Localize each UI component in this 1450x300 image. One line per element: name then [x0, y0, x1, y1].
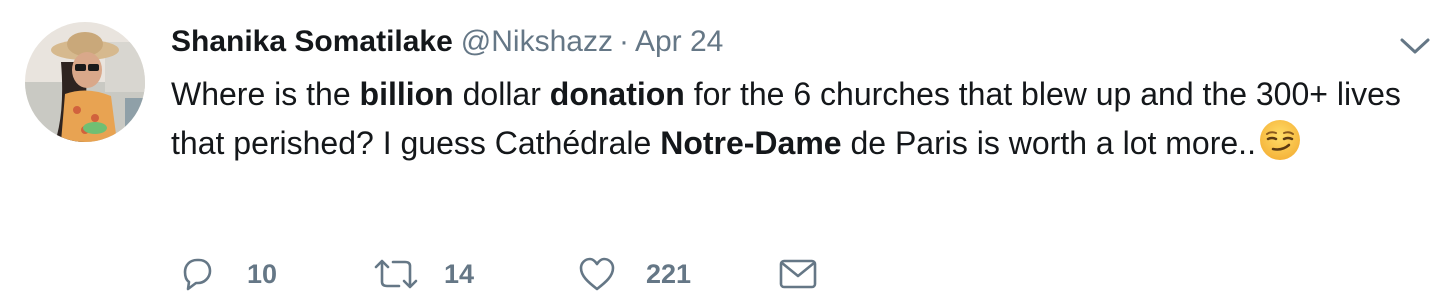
reply-button[interactable]: 10 — [179, 252, 277, 296]
tweet-text: Where is the billion dollar donation for… — [171, 70, 1421, 167]
like-count: 221 — [646, 258, 692, 289]
tweet-text-part: Where is the — [171, 76, 360, 112]
tweet-date[interactable]: Apr 24 — [635, 25, 723, 58]
tweet-text-part: de Paris is worth a lot more.. — [841, 125, 1256, 161]
retweet-button[interactable]: 14 — [372, 252, 474, 296]
smirking-face-emoji-icon — [1258, 118, 1302, 162]
tweet-text-bold: billion — [359, 76, 454, 112]
tweet-text-part: dollar — [453, 76, 550, 112]
tweet: Shanika Somatilake @Nikshazz · Apr 24 Where… — [0, 0, 1450, 300]
retweet-icon — [374, 259, 418, 289]
reply-count: 10 — [247, 258, 278, 289]
like-button[interactable]: 221 — [578, 252, 691, 296]
author-handle[interactable]: @Nikshazz — [461, 25, 613, 58]
reply-icon — [183, 258, 212, 291]
separator-dot: · — [618, 25, 629, 58]
tweet-text-bold: donation — [549, 76, 685, 112]
chevron-down-icon[interactable] — [1398, 34, 1432, 58]
heart-icon — [579, 257, 615, 291]
retweet-count: 14 — [444, 258, 475, 289]
direct-message-button[interactable] — [778, 252, 818, 296]
tweet-text-bold: Notre-Dame — [660, 125, 842, 161]
avatar[interactable] — [25, 22, 145, 142]
author-name[interactable]: Shanika Somatilake — [171, 25, 453, 58]
envelope-icon — [779, 259, 817, 289]
tweet-header: Shanika Somatilake @Nikshazz · Apr 24 — [171, 22, 723, 62]
